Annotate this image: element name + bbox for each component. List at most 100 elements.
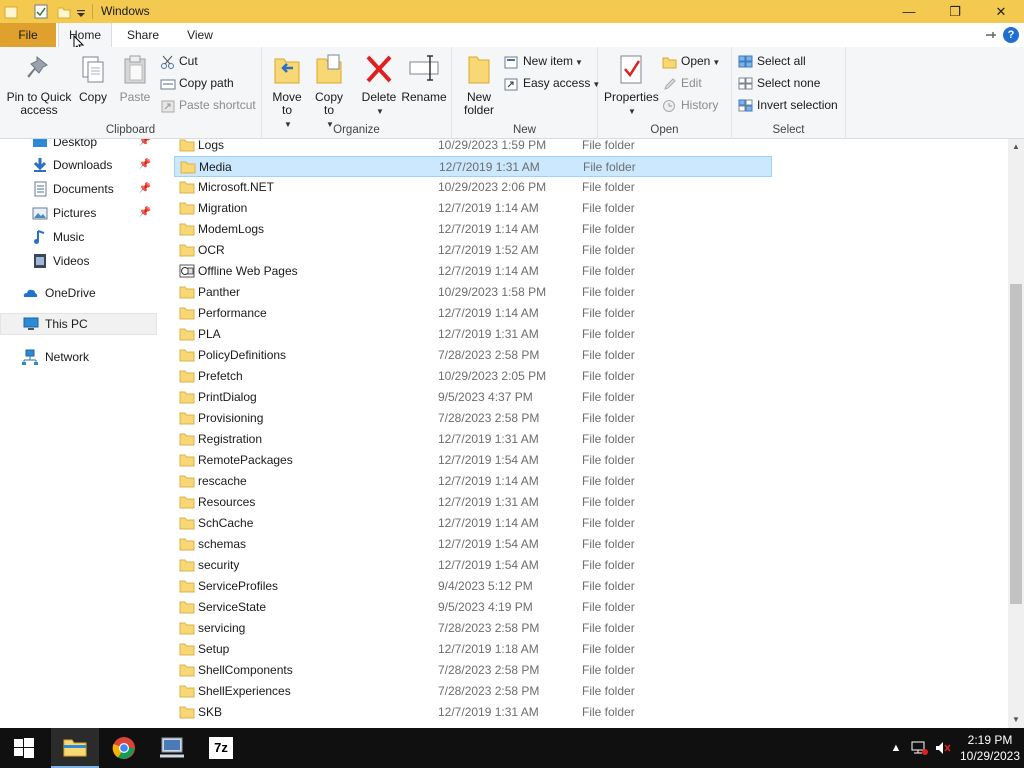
paste-shortcut-button[interactable]: Paste shortcut (160, 95, 256, 115)
taskbar-clock[interactable]: 2:19 PM 10/29/2023 (955, 732, 1024, 764)
file-row-shellexperiences[interactable]: ShellExperiences 7/28/2023 2:58 PM File fo… (174, 681, 772, 702)
network-status-icon[interactable] (910, 728, 930, 768)
pin-to-quick-access-button[interactable]: Pin to Quick access (4, 51, 74, 117)
documents-icon (34, 181, 47, 197)
file-row-schcache[interactable]: SchCache 12/7/2019 1:14 AM File folder (174, 513, 772, 534)
copy-path-button[interactable]: Copy path (160, 73, 234, 93)
pin-ribbon-icon[interactable] (984, 28, 998, 42)
start-button[interactable] (0, 728, 48, 768)
file-row-registration[interactable]: Registration 12/7/2019 1:31 AM File folder (174, 429, 772, 450)
file-row-shellcomponents[interactable]: ShellComponents 7/28/2023 2:58 PM File fol… (174, 660, 772, 681)
copy-to-button[interactable]: Copy to ▼ (310, 51, 348, 131)
rename-button[interactable]: Rename (400, 51, 448, 104)
file-row-prefetch[interactable]: Prefetch 10/29/2023 2:05 PM File folder (174, 366, 772, 387)
taskbar: 7z ▲ 2:19 PM 10/29/2023 (0, 728, 1024, 768)
file-row-media[interactable]: Media 12/7/2019 1:31 AM File folder (174, 156, 772, 177)
new-folder-qat-icon[interactable] (56, 3, 72, 20)
folder-icon (179, 454, 195, 467)
file-date: 12/7/2019 1:14 AM (438, 306, 539, 320)
move-to-button[interactable]: Move to ▼ (268, 51, 306, 131)
scroll-down-arrow-icon[interactable]: ▼ (1008, 712, 1024, 728)
file-row-provisioning[interactable]: Provisioning 7/28/2023 2:58 PM File folder (174, 408, 772, 429)
title-bar: Windows — ❐ ✕ (0, 0, 1024, 23)
scrollbar-thumb[interactable] (1010, 284, 1022, 604)
file-row-pla[interactable]: PLA 12/7/2019 1:31 AM File folder (174, 324, 772, 345)
tab-file[interactable]: File (0, 23, 56, 47)
file-row-setup[interactable]: Setup 12/7/2019 1:18 AM File folder (174, 639, 772, 660)
properties-caret-icon: ▼ (628, 107, 636, 116)
close-button[interactable]: ✕ (978, 0, 1024, 23)
history-button[interactable]: History (662, 95, 718, 115)
show-hidden-icons-button[interactable]: ▲ (888, 728, 904, 768)
minimize-button[interactable]: — (886, 0, 932, 23)
file-row-remotepackages[interactable]: RemotePackages 12/7/2019 1:54 AM File fold… (174, 450, 772, 471)
file-name: Panther (198, 285, 241, 299)
folder-icon (179, 706, 195, 719)
volume-icon[interactable] (932, 728, 954, 768)
new-item-button[interactable]: New item ▼ (504, 51, 583, 71)
file-row-migration[interactable]: Migration 12/7/2019 1:14 AM File folder (174, 198, 772, 219)
new-folder-button[interactable]: New folder (458, 51, 500, 117)
file-row-performance[interactable]: Performance 12/7/2019 1:14 AM File folder (174, 303, 772, 324)
file-row-modemlogs[interactable]: ModemLogs 12/7/2019 1:14 AM File folder (174, 219, 772, 240)
edit-button[interactable]: Edit (662, 73, 702, 93)
taskbar-chrome[interactable] (100, 728, 148, 768)
file-name: ModemLogs (198, 222, 265, 236)
file-name: Resources (198, 495, 256, 509)
taskbar-file-explorer[interactable] (51, 728, 99, 768)
select-all-button[interactable]: Select all (738, 51, 806, 71)
tab-view[interactable]: View (174, 23, 226, 47)
file-row-resources[interactable]: Resources 12/7/2019 1:31 AM File folder (174, 492, 772, 513)
folder-icon (179, 412, 195, 425)
help-button[interactable]: ? (1003, 27, 1019, 43)
folder-icon (179, 664, 195, 677)
properties-button[interactable]: Properties ▼ (604, 51, 659, 118)
file-row-logs[interactable]: Logs 10/29/2023 1:59 PM File folder (174, 139, 772, 156)
file-row-servicestate[interactable]: ServiceState 9/5/2023 4:19 PM File folder (174, 597, 772, 618)
tab-share[interactable]: Share (116, 23, 170, 47)
nav-item-onedrive[interactable]: OneDrive (0, 282, 157, 304)
taskbar-7zip[interactable]: 7z (197, 728, 245, 768)
open-button[interactable]: Open ▼ (662, 51, 720, 71)
vertical-scrollbar[interactable]: ▲ ▼ (1008, 139, 1024, 728)
file-type: File folder (582, 139, 635, 152)
paste-button[interactable]: Paste (118, 51, 152, 104)
folder-icon (179, 559, 195, 572)
file-row-rescache[interactable]: rescache 12/7/2019 1:14 AM File folder (174, 471, 772, 492)
file-row-security[interactable]: security 12/7/2019 1:54 AM File folder (174, 555, 772, 576)
file-row-microsoft-net[interactable]: Microsoft.NET 10/29/2023 2:06 PM File fold… (174, 177, 772, 198)
nav-item-pictures[interactable]: Pictures 📌 (0, 202, 157, 224)
file-row-schemas[interactable]: schemas 12/7/2019 1:54 AM File folder (174, 534, 772, 555)
delete-button[interactable]: Delete ▼ (358, 51, 400, 118)
file-row-printdialog[interactable]: PrintDialog 9/5/2023 4:37 PM File folder (174, 387, 772, 408)
select-none-button[interactable]: Select none (738, 73, 820, 93)
file-row-policydefinitions[interactable]: PolicyDefinitions 7/28/2023 2:58 PM File f… (174, 345, 772, 366)
file-date: 12/7/2019 1:54 AM (438, 453, 539, 467)
file-row-skb[interactable]: SKB 12/7/2019 1:31 AM File folder (174, 702, 772, 723)
file-row-servicing[interactable]: servicing 7/28/2023 2:58 PM File folder (174, 618, 772, 639)
maximize-button[interactable]: ❐ (932, 0, 978, 23)
nav-item-music[interactable]: Music (0, 226, 157, 248)
invert-selection-button[interactable]: Invert selection (738, 95, 838, 115)
copy-button[interactable]: Copy (76, 51, 110, 104)
file-row-ocr[interactable]: OCR 12/7/2019 1:52 AM File folder (174, 240, 772, 261)
easy-access-button[interactable]: Easy access ▼ (504, 73, 600, 93)
tab-home[interactable]: Home (58, 23, 112, 47)
file-row-serviceprofiles[interactable]: ServiceProfiles 9/4/2023 5:12 PM File fold… (174, 576, 772, 597)
nav-item-downloads[interactable]: Downloads 📌 (0, 154, 157, 176)
nav-item-videos[interactable]: Videos (0, 250, 157, 272)
qat-dropdown-icon[interactable] (76, 3, 86, 20)
taskbar-network-app[interactable] (148, 728, 196, 768)
file-name: security (198, 558, 240, 572)
new-group-label: New (512, 124, 536, 136)
file-date: 10/29/2023 2:06 PM (438, 180, 547, 194)
file-row-panther[interactable]: Panther 10/29/2023 1:58 PM File folder (174, 282, 772, 303)
nav-item-desktop[interactable]: Desktop 📌 (0, 139, 157, 153)
file-row-offline-web-pages[interactable]: Offline Web Pages 12/7/2019 1:14 AM File f… (174, 261, 772, 282)
nav-item-documents[interactable]: Documents 📌 (0, 178, 157, 200)
nav-item-this-pc[interactable]: This PC (0, 313, 157, 335)
cut-button[interactable]: Cut (160, 51, 198, 71)
properties-qat-icon[interactable] (33, 3, 49, 20)
scroll-up-arrow-icon[interactable]: ▲ (1008, 139, 1024, 155)
nav-item-network[interactable]: Network (0, 346, 157, 368)
